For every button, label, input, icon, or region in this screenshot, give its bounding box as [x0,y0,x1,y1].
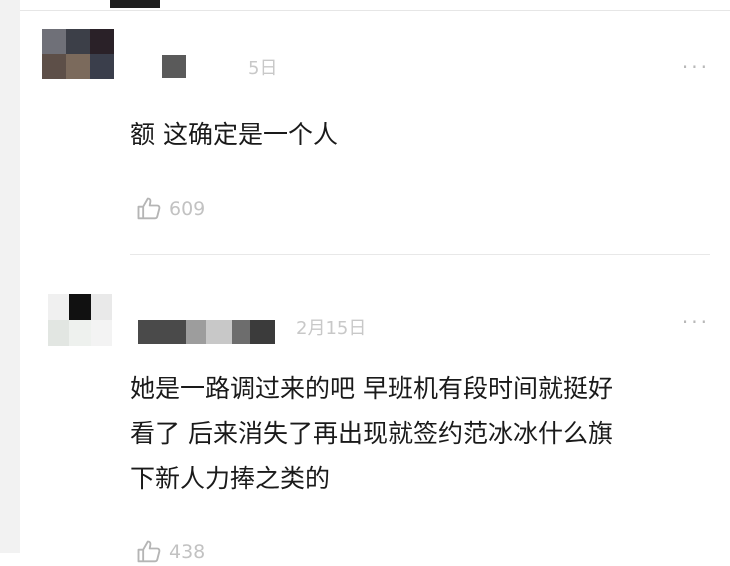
avatar-pixel [90,320,112,346]
redaction-block [250,320,275,344]
like-button[interactable]: 438 [135,538,205,566]
left-edge [0,0,20,553]
more-options-icon[interactable]: ··· [682,55,710,79]
avatar[interactable] [42,29,114,79]
avatar-pixel [66,29,90,54]
avatar-pixel [48,294,70,320]
comment: 5日 ··· 额 这确定是一个人 609 [20,11,730,255]
like-count: 609 [169,198,206,220]
thumbs-up-icon [137,540,161,563]
avatar-pixel [42,54,66,79]
redaction-block [206,320,232,344]
redaction-block [162,55,186,78]
thumbs-up-icon [137,197,161,220]
comment-text: 她是一路调过来的吧 早班机有段时间就挺好 看了 后来消失了再出现就签约范冰冰什么… [130,366,730,501]
avatar-pixel [69,320,91,346]
redaction-block [138,320,186,344]
avatar-pixel [90,54,114,79]
comment-text-line: 下新人力捧之类的 [130,464,331,493]
comment-divider [130,254,710,255]
avatar-pixel [48,320,70,346]
timestamp: 2月15日 [296,318,367,339]
avatar-pixel [90,29,114,54]
avatar-pixel [69,294,91,320]
avatar[interactable] [48,294,112,346]
username-redacted[interactable] [162,55,186,78]
top-tab-indicator [110,0,160,8]
comment-text: 额 这确定是一个人 [130,120,338,149]
avatar-pixel [42,29,66,54]
avatar-pixel [90,294,112,320]
comment: 2月15日 ··· 她是一路调过来的吧 早班机有段时间就挺好 看了 后来消失了再… [20,256,730,563]
like-button[interactable]: 609 [135,195,205,223]
avatar-pixel [66,54,90,79]
comment-text-line: 她是一路调过来的吧 早班机有段时间就挺好 [130,374,613,403]
redaction-block [186,320,206,344]
more-options-icon[interactable]: ··· [682,310,710,334]
timestamp: 5日 [248,58,278,79]
comment-text-line: 看了 后来消失了再出现就签约范冰冰什么旗 [130,419,613,448]
redaction-block [232,320,250,344]
username-redacted[interactable] [138,320,275,344]
like-count: 438 [169,541,206,563]
